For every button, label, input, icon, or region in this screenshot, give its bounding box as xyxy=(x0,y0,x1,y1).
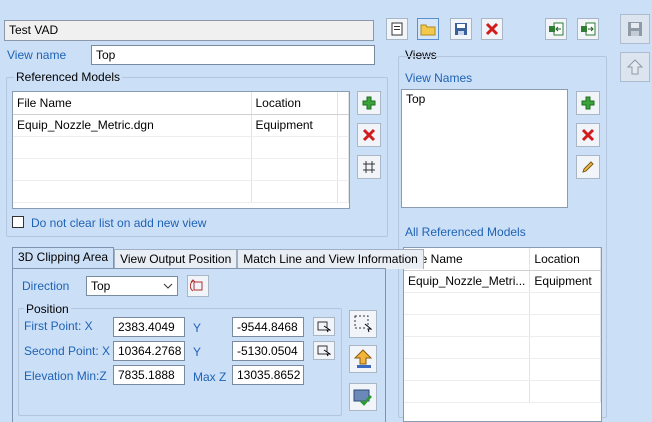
new-file-icon xyxy=(391,22,403,36)
move-up-button[interactable] xyxy=(349,345,377,373)
save-disabled-button[interactable] xyxy=(620,14,650,44)
do-not-clear-checkbox[interactable] xyxy=(12,216,24,228)
all-referenced-models-label: All Referenced Models xyxy=(405,225,526,239)
second-x-input[interactable]: 10364.2768 xyxy=(113,341,185,361)
file-name-cell: Equip_Nozzle_Metri... xyxy=(404,270,531,293)
red-x-icon xyxy=(362,128,376,142)
new-file-button[interactable] xyxy=(386,18,408,40)
tab-match-line[interactable]: Match Line and View Information xyxy=(237,249,424,269)
apply-button[interactable] xyxy=(349,383,377,411)
max-z-input[interactable]: 13035.8652 xyxy=(232,365,304,385)
rotate-view-icon xyxy=(190,279,203,292)
direction-select[interactable]: Top xyxy=(86,276,178,296)
edit-view-button[interactable] xyxy=(576,155,600,179)
file-name-cell: Equip_Nozzle_Metric.dgn xyxy=(13,114,252,137)
red-x-icon xyxy=(581,128,595,142)
elevation-min-label: Elevation Min:Z xyxy=(24,369,107,383)
first-point-label: First Point: X xyxy=(24,319,93,333)
select-area-button[interactable] xyxy=(349,310,377,338)
grid-icon xyxy=(363,161,375,173)
all-referenced-models-grid[interactable]: File Name Location Equip_Nozzle_Metri...… xyxy=(403,247,602,422)
red-x-icon xyxy=(485,22,499,36)
save-button[interactable] xyxy=(450,18,472,40)
pick-point-icon xyxy=(317,321,331,332)
column-header-location[interactable]: Location xyxy=(529,248,601,271)
location-cell: Equipment xyxy=(529,270,601,293)
direction-label: Direction xyxy=(22,279,70,293)
chevron-down-icon xyxy=(163,283,173,289)
grid-button[interactable] xyxy=(357,155,381,179)
tab-view-output-position[interactable]: View Output Position xyxy=(114,249,238,269)
referenced-models-title: Referenced Models xyxy=(14,70,123,84)
tab-bar: 3D Clipping Area View Output Position Ma… xyxy=(12,247,424,269)
tab-3d-clipping-area[interactable]: 3D Clipping Area xyxy=(12,247,115,269)
direction-rotate-button[interactable] xyxy=(187,275,209,297)
position-title: Position xyxy=(24,302,71,316)
up-arrow-icon xyxy=(626,59,644,75)
elevation-min-input[interactable]: 7835.1888 xyxy=(113,365,185,385)
add-view-button[interactable] xyxy=(576,91,600,115)
excel-import-icon xyxy=(549,22,564,36)
view-name-input[interactable]: Top xyxy=(91,45,375,65)
column-header-location[interactable]: Location xyxy=(251,92,338,115)
referenced-models-grid[interactable]: File Name Location Equip_Nozzle_Metric.d… xyxy=(12,91,350,209)
second-y-label: Y xyxy=(193,345,202,359)
column-header-file-name[interactable]: File Name xyxy=(13,92,252,115)
do-not-clear-label: Do not clear list on add new view xyxy=(31,216,207,230)
second-y-input[interactable]: -5130.0504 xyxy=(232,341,304,361)
direction-value: Top xyxy=(91,279,111,293)
open-folder-button[interactable] xyxy=(417,18,439,40)
remove-view-button[interactable] xyxy=(576,123,600,147)
plus-icon xyxy=(581,96,595,110)
list-item[interactable]: Top xyxy=(406,92,563,106)
delete-vad-button[interactable] xyxy=(481,18,503,40)
view-name-label: View name xyxy=(7,48,67,62)
save-icon xyxy=(455,23,467,35)
pick-point-icon xyxy=(317,345,331,356)
table-row[interactable]: Equip_Nozzle_Metri... Equipment xyxy=(404,270,601,293)
import-button[interactable] xyxy=(545,18,567,40)
save-icon xyxy=(628,22,642,36)
up-arrow-icon xyxy=(353,349,373,368)
location-cell: Equipment xyxy=(251,114,338,137)
excel-export-icon xyxy=(581,22,596,36)
table-row[interactable]: Equip_Nozzle_Metric.dgn Equipment xyxy=(13,114,349,137)
vad-name-field[interactable]: Test VAD xyxy=(4,20,374,41)
first-y-input[interactable]: -9544.8468 xyxy=(232,317,304,337)
remove-model-button[interactable] xyxy=(357,123,381,147)
add-model-button[interactable] xyxy=(357,91,381,115)
max-z-label: Max Z xyxy=(193,370,227,384)
upload-disabled-button[interactable] xyxy=(620,52,650,82)
second-point-label: Second Point: X xyxy=(24,344,111,358)
export-button[interactable] xyxy=(577,18,599,40)
plus-icon xyxy=(362,96,376,110)
pick-first-point-button[interactable] xyxy=(313,317,335,336)
view-names-list[interactable]: Top xyxy=(401,89,568,208)
pick-second-point-button[interactable] xyxy=(313,341,335,360)
pencil-icon xyxy=(582,161,594,173)
first-y-label: Y xyxy=(193,321,202,335)
folder-icon xyxy=(420,24,436,36)
check-icon xyxy=(353,389,372,406)
first-x-input[interactable]: 2383.4049 xyxy=(113,317,185,337)
selection-rectangle-icon xyxy=(354,315,373,333)
view-names-label: View Names xyxy=(405,71,473,85)
